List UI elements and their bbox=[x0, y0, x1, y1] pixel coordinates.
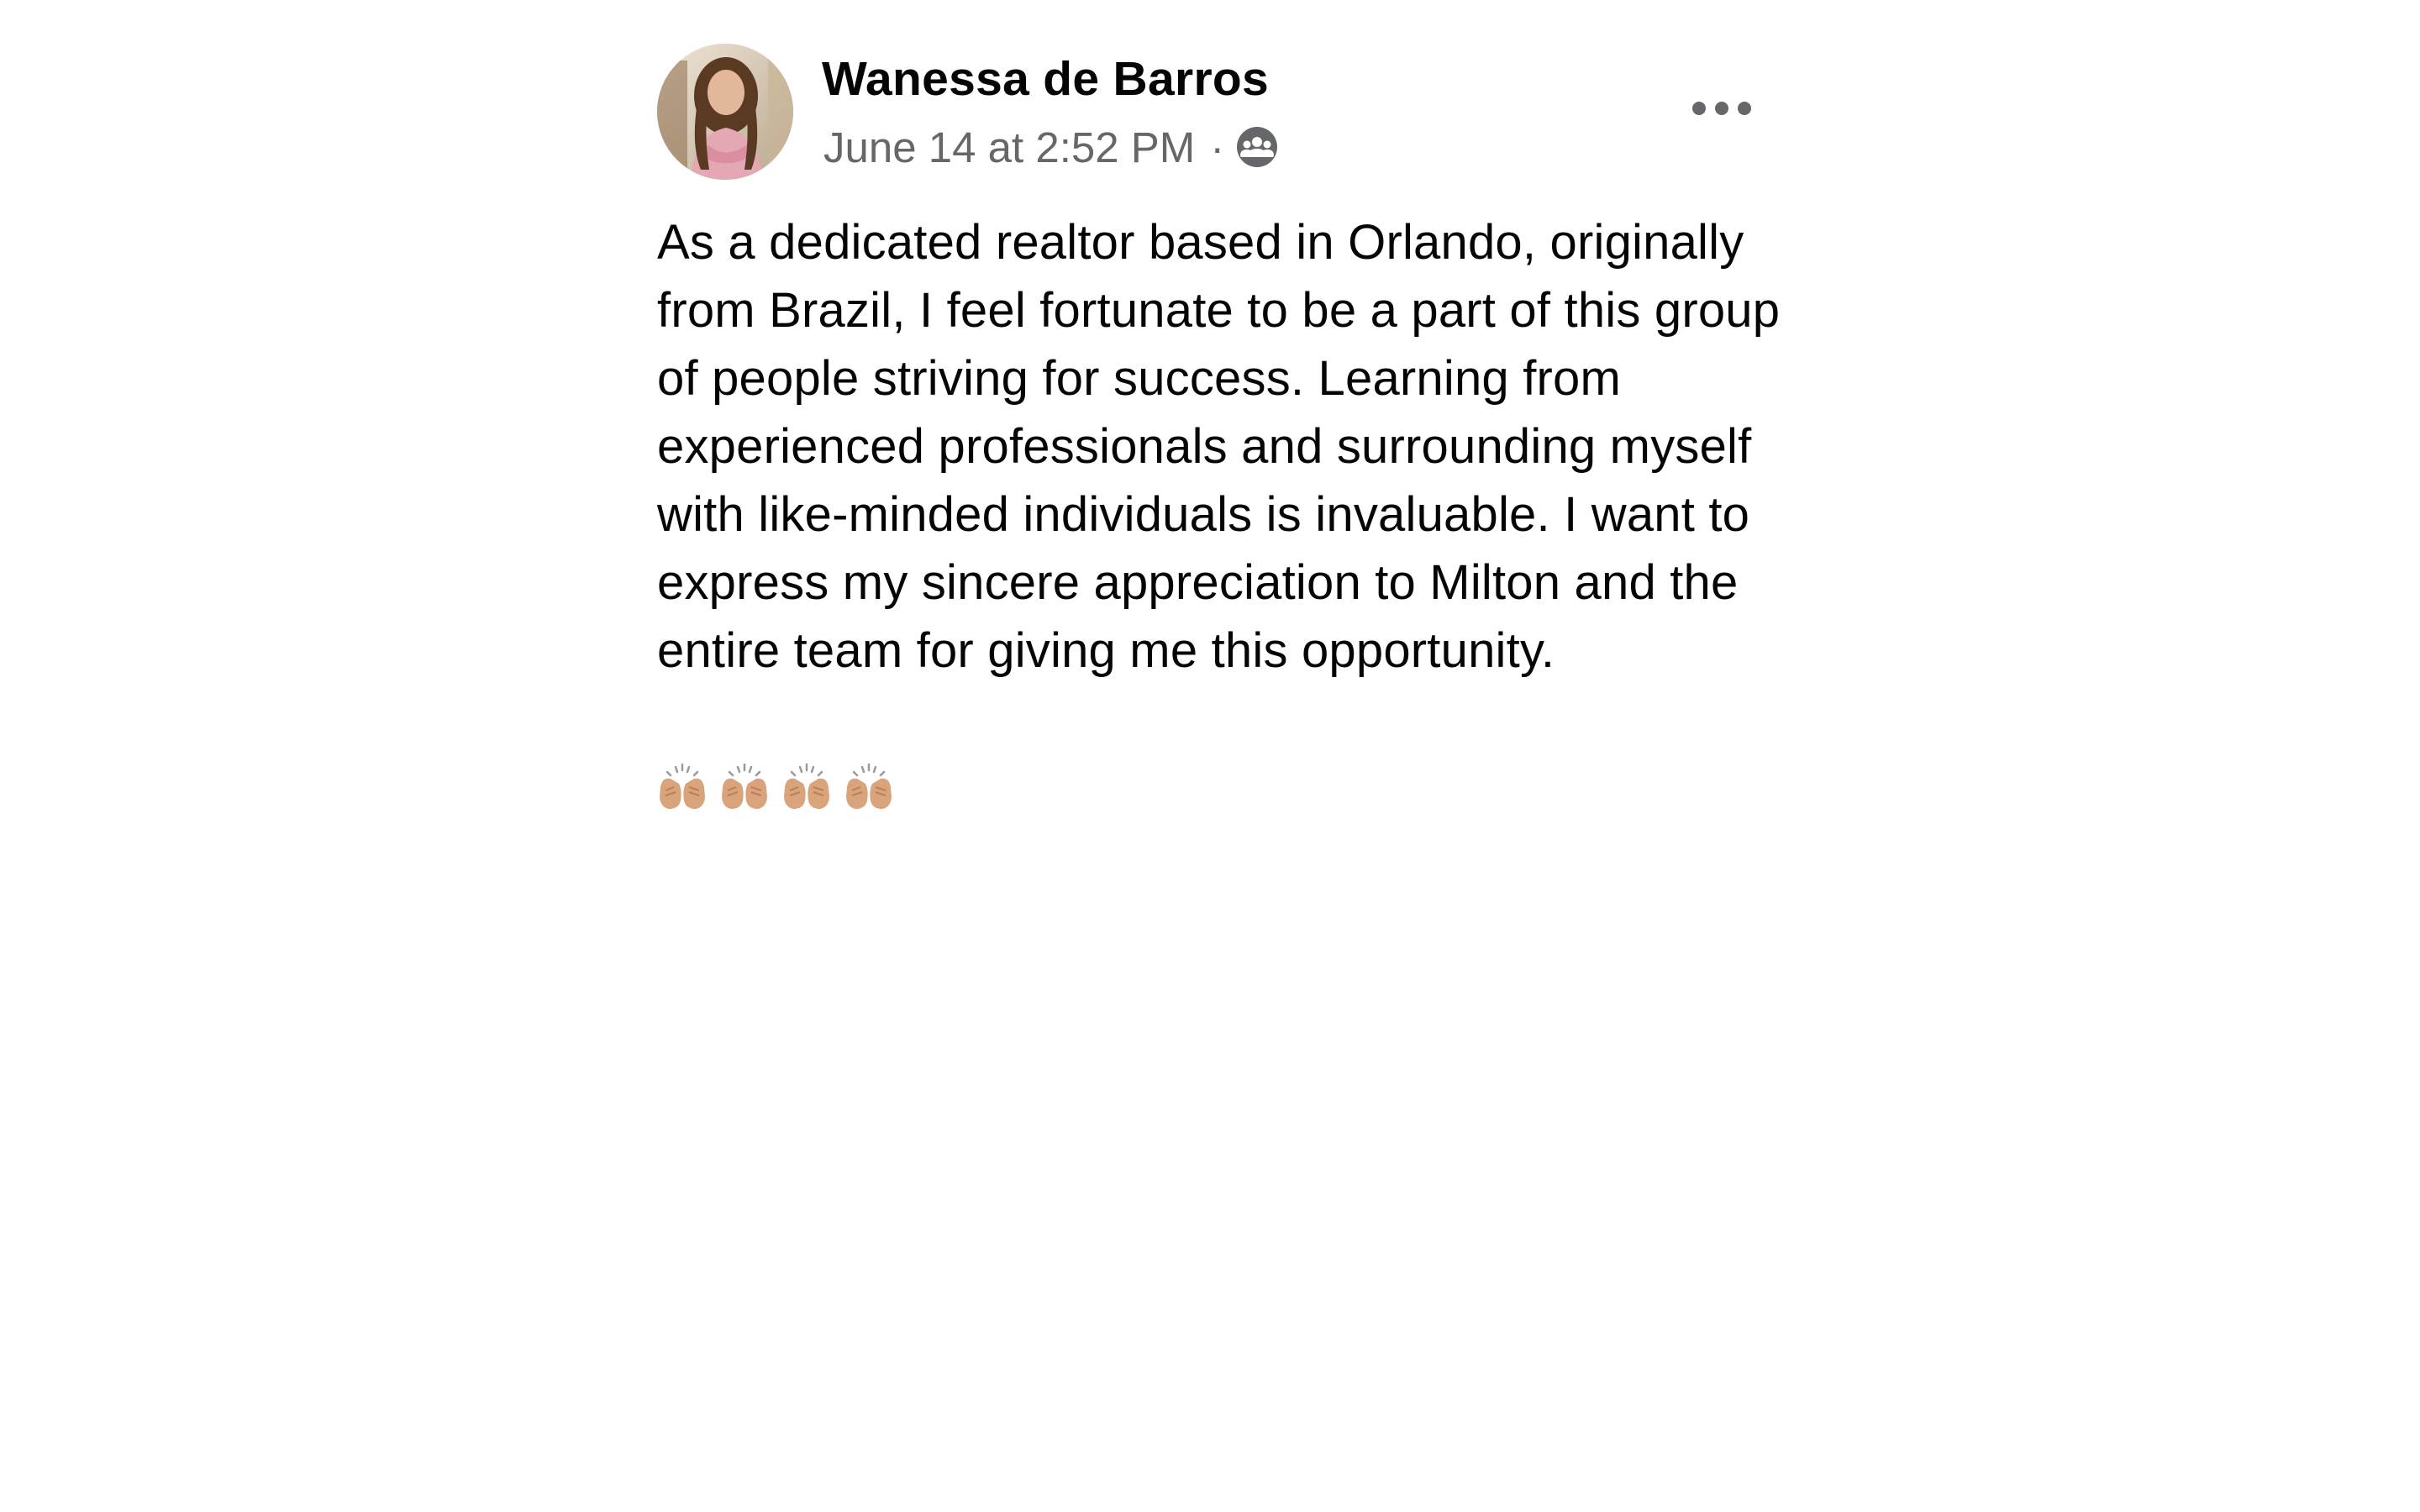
raising-hands-emoji bbox=[844, 762, 894, 812]
raising-hands-emoji bbox=[719, 762, 770, 812]
post-timestamp[interactable]: June 14 at 2:52 PM bbox=[823, 123, 1195, 172]
author-name[interactable]: Wanessa de Barros bbox=[822, 49, 1269, 109]
more-options-icon bbox=[1692, 102, 1751, 115]
post-card: Wanessa de Barros June 14 at 2:52 PM · A… bbox=[657, 44, 1780, 809]
more-options-button[interactable] bbox=[1684, 86, 1760, 131]
raising-hands-emoji bbox=[781, 762, 832, 812]
emoji-row bbox=[657, 762, 894, 812]
meta-separator: · bbox=[1210, 123, 1225, 171]
profile-photo bbox=[657, 44, 793, 180]
raising-hands-emoji bbox=[657, 762, 708, 812]
post-header: Wanessa de Barros June 14 at 2:52 PM · bbox=[657, 44, 1766, 183]
group-members-icon[interactable] bbox=[1236, 126, 1278, 168]
post-meta: June 14 at 2:52 PM · bbox=[823, 118, 1278, 176]
post-text: As a dedicated realtor based in Orlando,… bbox=[657, 215, 1781, 678]
avatar[interactable] bbox=[657, 44, 793, 180]
